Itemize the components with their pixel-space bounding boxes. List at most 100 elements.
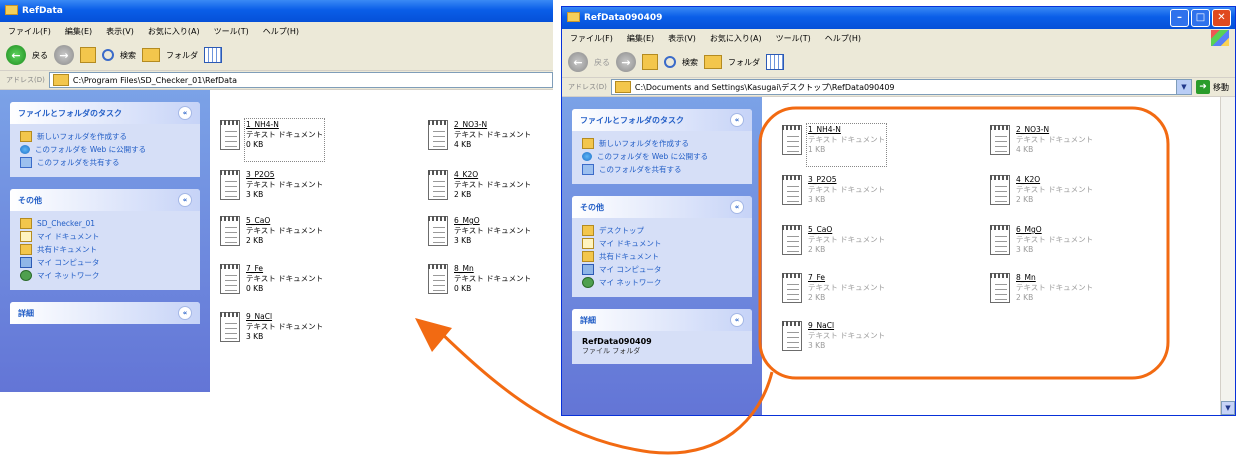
task-new-folder[interactable]: 新しいフォルダを作成する xyxy=(20,130,190,143)
menu-tools[interactable]: ツール(T) xyxy=(776,33,811,44)
title-bar[interactable]: RefData090409 – □ ✕ xyxy=(562,7,1235,29)
address-bar: アドレス(D) C:\Documents and Settings\Kasuga… xyxy=(562,78,1235,97)
toolbar: ← 戻る → 検索 フォルダ xyxy=(0,40,553,71)
file-item[interactable]: 2_NO3-N テキスト ドキュメント 4 KB xyxy=(990,125,1140,165)
collapse-chevron-icon[interactable]: « xyxy=(730,113,744,127)
file-name: 5_CaO xyxy=(246,216,271,225)
file-item[interactable]: 9_NaCl テキスト ドキュメント 3 KB xyxy=(220,312,370,352)
file-item[interactable]: 6_MgO テキスト ドキュメント 3 KB xyxy=(428,216,553,256)
task-label: このフォルダを Web に公開する xyxy=(35,145,147,154)
collapse-chevron-icon[interactable]: « xyxy=(730,200,744,214)
maximize-icon[interactable]: □ xyxy=(1191,9,1210,27)
vertical-scrollbar[interactable]: ▼ xyxy=(1220,97,1235,415)
forward-arrow-icon[interactable]: → xyxy=(54,45,74,65)
back-button-label[interactable]: 戻る xyxy=(32,50,48,61)
panel-header[interactable]: その他 « xyxy=(572,196,752,218)
file-item[interactable]: 4_K2O テキスト ドキュメント 2 KB xyxy=(990,175,1140,215)
network-icon xyxy=(20,270,32,281)
collapse-chevron-icon[interactable]: « xyxy=(178,106,192,120)
file-item[interactable]: 4_K2O テキスト ドキュメント 2 KB xyxy=(428,170,553,210)
file-item[interactable]: 7_Fe テキスト ドキュメント 0 KB xyxy=(220,264,370,304)
file-item[interactable]: 8_Mn テキスト ドキュメント 0 KB xyxy=(428,264,553,304)
file-item[interactable]: 6_MgO テキスト ドキュメント 3 KB xyxy=(990,225,1140,265)
folders-button-label[interactable]: フォルダ xyxy=(166,50,198,61)
place-my-computer[interactable]: マイ コンピュータ xyxy=(20,256,190,269)
forward-arrow-icon[interactable]: → xyxy=(616,52,636,72)
search-icon[interactable] xyxy=(102,49,114,61)
file-type: テキスト ドキュメント xyxy=(808,283,886,292)
place-my-documents[interactable]: マイ ドキュメント xyxy=(582,237,742,250)
menu-file[interactable]: ファイル(F) xyxy=(8,26,51,37)
place-my-network[interactable]: マイ ネットワーク xyxy=(582,276,742,289)
collapse-chevron-icon[interactable]: « xyxy=(178,193,192,207)
menu-view[interactable]: 表示(V) xyxy=(106,26,134,37)
file-name: 6_MgO xyxy=(454,216,480,225)
back-arrow-icon[interactable]: ← xyxy=(568,52,588,72)
task-share-folder[interactable]: このフォルダを共有する xyxy=(582,163,742,176)
task-new-folder[interactable]: 新しいフォルダを作成する xyxy=(582,137,742,150)
menu-help[interactable]: ヘルプ(H) xyxy=(263,26,299,37)
file-item[interactable]: 3_P2O5 テキスト ドキュメント 3 KB xyxy=(220,170,370,210)
place-my-documents[interactable]: マイ ドキュメント xyxy=(20,230,190,243)
back-button-label[interactable]: 戻る xyxy=(594,57,610,68)
place-my-network[interactable]: マイ ネットワーク xyxy=(20,269,190,282)
title-bar[interactable]: RefData xyxy=(0,0,553,22)
menu-view[interactable]: 表示(V) xyxy=(668,33,696,44)
panel-header[interactable]: その他 « xyxy=(10,189,200,211)
file-item[interactable]: 1_NH4-N テキスト ドキュメント 1 KB xyxy=(782,123,932,167)
up-folder-icon[interactable] xyxy=(642,54,658,70)
file-item[interactable]: 5_CaO テキスト ドキュメント 2 KB xyxy=(220,216,370,256)
menu-help[interactable]: ヘルプ(H) xyxy=(825,33,861,44)
file-item[interactable]: 8_Mn テキスト ドキュメント 2 KB xyxy=(990,273,1140,313)
search-button-label[interactable]: 検索 xyxy=(120,50,136,61)
collapse-chevron-icon[interactable]: « xyxy=(730,313,744,327)
collapse-chevron-icon[interactable]: « xyxy=(178,306,192,320)
panel-header[interactable]: 詳細 « xyxy=(10,302,200,324)
details-title: RefData090409 xyxy=(582,337,652,346)
folders-button-label[interactable]: フォルダ xyxy=(728,57,760,68)
menu-edit[interactable]: 編集(E) xyxy=(65,26,92,37)
place-shared-documents[interactable]: 共有ドキュメント xyxy=(20,243,190,256)
file-item[interactable]: 2_NO3-N テキスト ドキュメント 4 KB xyxy=(428,120,553,160)
place-desktop[interactable]: デスクトップ xyxy=(582,224,742,237)
go-button[interactable]: ➜ 移動 xyxy=(1192,80,1235,94)
menu-edit[interactable]: 編集(E) xyxy=(627,33,654,44)
file-item[interactable]: 7_Fe テキスト ドキュメント 2 KB xyxy=(782,273,932,313)
text-document-icon xyxy=(990,125,1010,155)
panel-header[interactable]: ファイルとフォルダのタスク « xyxy=(572,109,752,131)
file-item[interactable]: 9_NaCl テキスト ドキュメント 3 KB xyxy=(782,321,932,361)
file-item[interactable]: 3_P2O5 テキスト ドキュメント 3 KB xyxy=(782,175,932,215)
menu-file[interactable]: ファイル(F) xyxy=(570,33,613,44)
place-shared-documents[interactable]: 共有ドキュメント xyxy=(582,250,742,263)
folders-icon[interactable] xyxy=(142,48,160,62)
scroll-down-icon[interactable]: ▼ xyxy=(1221,401,1235,415)
views-icon[interactable] xyxy=(204,47,222,63)
task-publish-web[interactable]: このフォルダを Web に公開する xyxy=(20,143,190,156)
back-arrow-icon[interactable]: ← xyxy=(6,45,26,65)
menu-tools[interactable]: ツール(T) xyxy=(214,26,249,37)
folders-icon[interactable] xyxy=(704,55,722,69)
address-field[interactable]: C:\Documents and Settings\Kasugai\デスクトップ… xyxy=(610,79,1177,95)
task-share-folder[interactable]: このフォルダを共有する xyxy=(20,156,190,169)
views-icon[interactable] xyxy=(766,54,784,70)
close-icon[interactable]: ✕ xyxy=(1212,9,1231,27)
place-sd-checker[interactable]: SD_Checker_01 xyxy=(20,217,190,230)
menu-favorites[interactable]: お気に入り(A) xyxy=(710,33,762,44)
address-field[interactable]: C:\Program Files\SD_Checker_01\RefData xyxy=(48,72,553,88)
minimize-icon[interactable]: – xyxy=(1170,9,1189,27)
address-dropdown-icon[interactable]: ▼ xyxy=(1176,79,1192,95)
other-places-panel: その他 « SD_Checker_01 マイ ドキュメント 共有ドキュメント マ… xyxy=(10,189,200,290)
file-item[interactable]: 1_NH4-N テキスト ドキュメント 0 KB xyxy=(220,118,370,162)
share-icon xyxy=(582,164,594,175)
globe-icon xyxy=(582,152,592,161)
file-type: テキスト ドキュメント xyxy=(1016,185,1094,194)
menu-favorites[interactable]: お気に入り(A) xyxy=(148,26,200,37)
search-icon[interactable] xyxy=(664,56,676,68)
panel-header[interactable]: ファイルとフォルダのタスク « xyxy=(10,102,200,124)
task-publish-web[interactable]: このフォルダを Web に公開する xyxy=(582,150,742,163)
search-button-label[interactable]: 検索 xyxy=(682,57,698,68)
panel-header[interactable]: 詳細 « xyxy=(572,309,752,331)
file-item[interactable]: 5_CaO テキスト ドキュメント 2 KB xyxy=(782,225,932,265)
up-folder-icon[interactable] xyxy=(80,47,96,63)
place-my-computer[interactable]: マイ コンピュータ xyxy=(582,263,742,276)
